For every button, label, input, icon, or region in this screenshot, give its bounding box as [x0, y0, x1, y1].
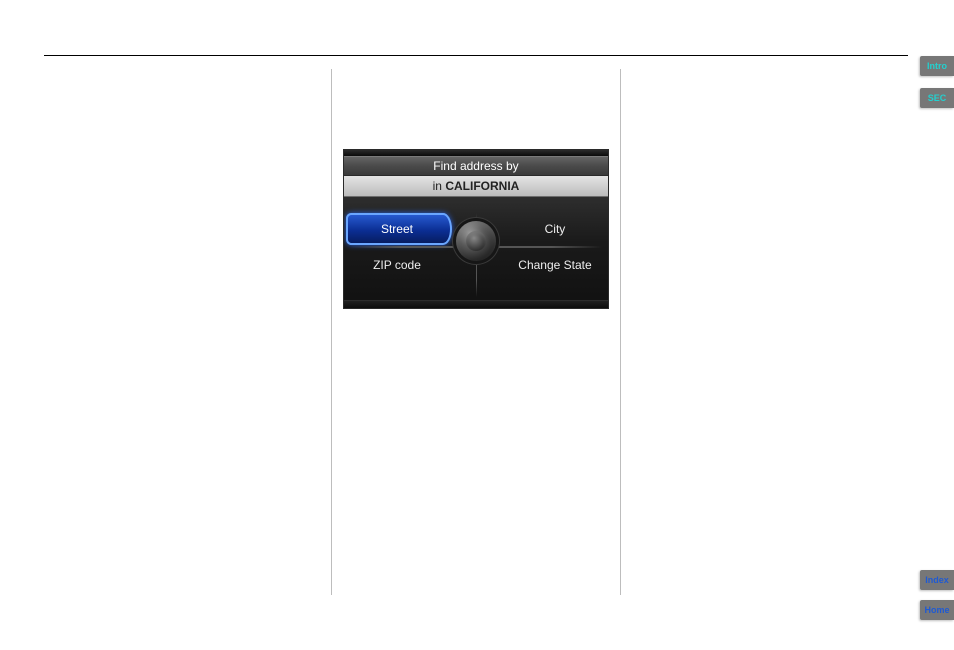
nav-bottom-strip [344, 300, 608, 309]
page-columns: Find address by in CALIFORNIA Street Cit… [44, 69, 908, 595]
nav-screenshot: Find address by in CALIFORNIA Street Cit… [343, 149, 609, 309]
nav-title: Find address by [344, 156, 608, 176]
side-tabs: Intro SEC Index Home [920, 0, 954, 650]
nav-subtitle-prefix: in [433, 179, 446, 193]
dial-icon[interactable] [456, 221, 496, 261]
nav-pad-area: Street City ZIP code Change State [344, 197, 608, 309]
option-change-state[interactable]: Change State [476, 247, 608, 283]
column-middle: Find address by in CALIFORNIA Street Cit… [331, 69, 619, 595]
nav-subtitle-state: CALIFORNIA [445, 179, 519, 193]
option-zip[interactable]: ZIP code [344, 247, 476, 283]
option-street-label: Street [381, 222, 413, 236]
tab-sec[interactable]: SEC [920, 88, 954, 108]
option-zip-label: ZIP code [373, 258, 421, 272]
top-rule [44, 55, 908, 56]
tab-home[interactable]: Home [920, 600, 954, 620]
option-change-state-label: Change State [518, 258, 591, 272]
nav-subtitle: in CALIFORNIA [344, 176, 608, 197]
tab-intro[interactable]: Intro [920, 56, 954, 76]
column-right [620, 69, 908, 595]
column-left [44, 69, 331, 595]
tab-index[interactable]: Index [920, 570, 954, 590]
option-city-label: City [545, 222, 566, 236]
